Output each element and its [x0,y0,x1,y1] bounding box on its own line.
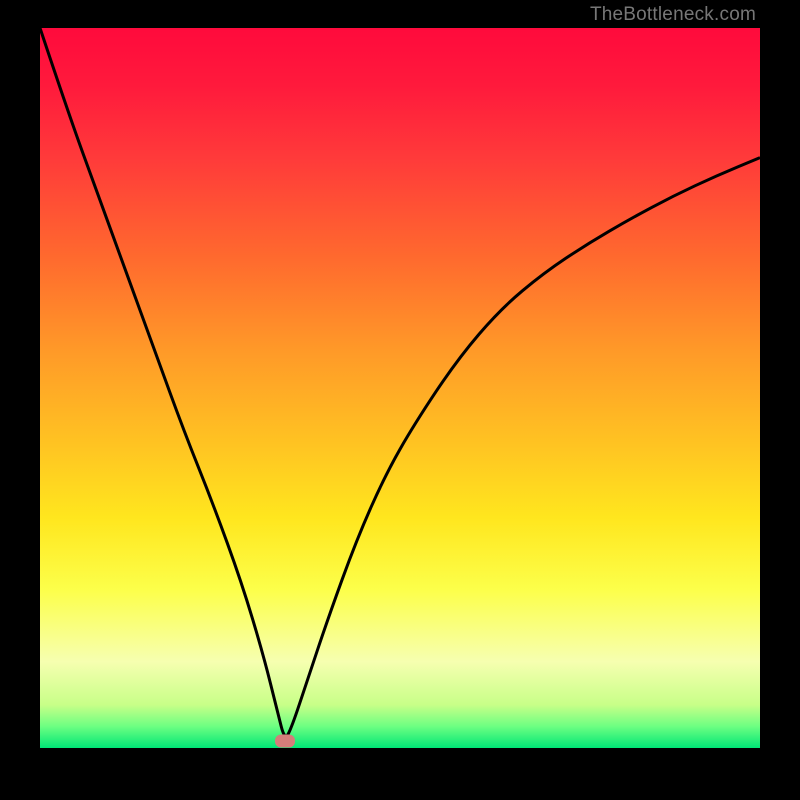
chart-frame: TheBottleneck.com [0,0,800,800]
watermark-text: TheBottleneck.com [590,4,756,26]
minimum-marker [275,734,295,747]
curve-layer [40,28,760,748]
bottleneck-curve [40,28,760,736]
